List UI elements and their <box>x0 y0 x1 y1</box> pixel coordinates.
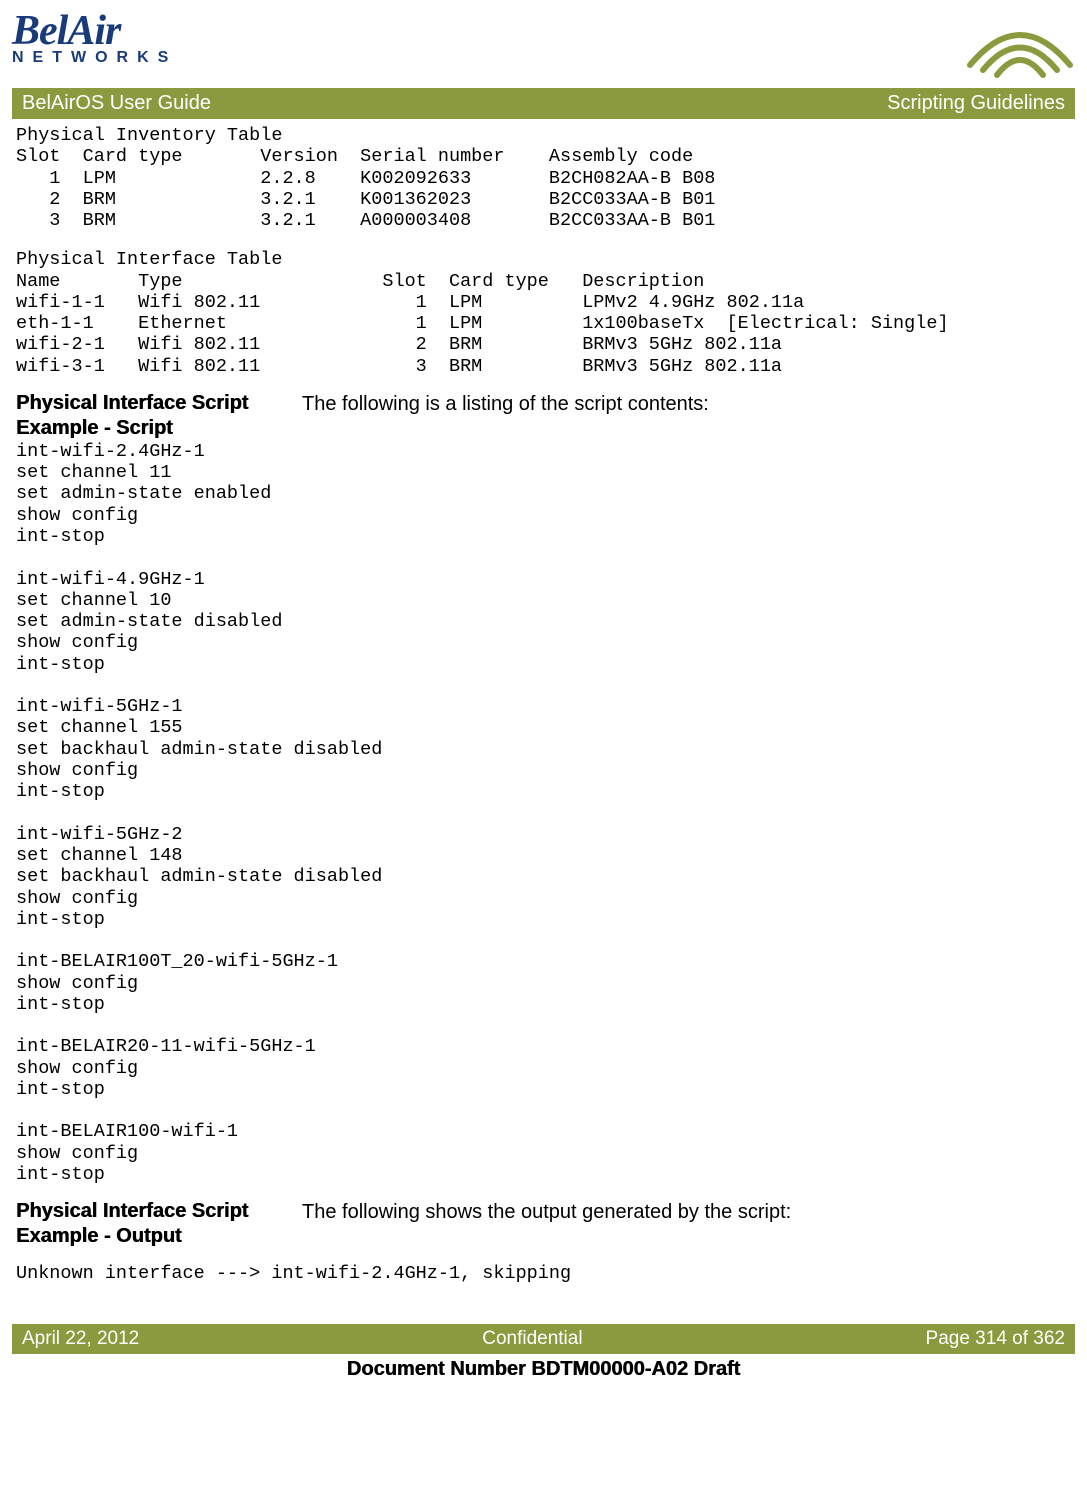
logo-text-bottom: NETWORKS <box>12 50 177 66</box>
output-example-heading: Physical Interface Script Example - Outp… <box>16 1199 276 1249</box>
company-logo: BelAir NETWORKS <box>12 10 177 66</box>
footer-confidential: Confidential <box>482 1328 582 1350</box>
output-listing: Unknown interface ---> int-wifi-2.4GHz-1… <box>16 1263 1071 1284</box>
output-example-section: Physical Interface Script Example - Outp… <box>16 1199 1071 1249</box>
title-bar: BelAirOS User Guide Scripting Guidelines <box>12 88 1075 119</box>
script-example-section: Physical Interface Script Example - Scri… <box>16 391 1071 441</box>
page-header: BelAir NETWORKS <box>12 10 1075 88</box>
footer-date: April 22, 2012 <box>22 1328 139 1350</box>
chapter-title: Scripting Guidelines <box>887 92 1065 115</box>
physical-interface-table: Physical Interface Table Name Type Slot … <box>16 249 1071 377</box>
physical-inventory-table: Physical Inventory Table Slot Card type … <box>16 125 1071 231</box>
footer-bar: April 22, 2012 Confidential Page 314 of … <box>12 1324 1075 1354</box>
logo-text-top: BelAir <box>12 10 177 52</box>
guide-title: BelAirOS User Guide <box>22 92 211 115</box>
document-number: Document Number BDTM00000-A02 Draft <box>12 1354 1075 1393</box>
footer-page: Page 314 of 362 <box>926 1328 1065 1350</box>
output-example-intro: The following shows the output generated… <box>302 1199 1071 1225</box>
script-example-heading: Physical Interface Script Example - Scri… <box>16 391 276 441</box>
script-listing: int-wifi-2.4GHz-1 set channel 11 set adm… <box>16 441 1071 1185</box>
wave-icon <box>965 10 1075 80</box>
script-example-intro: The following is a listing of the script… <box>302 391 1071 417</box>
